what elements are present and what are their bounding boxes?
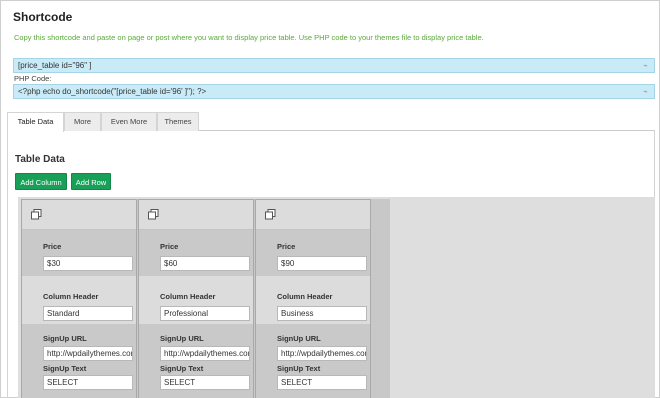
php-code-value: <?php echo do_shortcode("[price_table id… — [18, 87, 207, 96]
tab-themes[interactable]: Themes — [157, 112, 199, 131]
price-table-editor: Price $30 Column Header Standard SignUp … — [21, 199, 390, 398]
tab-table-data[interactable]: Table Data — [7, 112, 64, 132]
signup-cell: SignUp URL http://wpdailythemes.com Sign… — [139, 324, 253, 398]
price-label: Price — [277, 242, 296, 251]
shortcode-field[interactable]: [price_table id="96" ] ⌁ — [13, 58, 655, 73]
signup-url-input[interactable]: http://wpdailythemes.com — [277, 346, 367, 361]
signup-cell: SignUp URL http://wpdailythemes.com Sign… — [256, 324, 370, 398]
column-header-cell: Column Header Professional — [139, 276, 253, 324]
price-cell: Price $30 — [22, 230, 136, 276]
shortcode-settings-panel: Shortcode Copy this shortcode and paste … — [0, 0, 660, 398]
resize-grip-icon[interactable]: ⌁ — [643, 87, 648, 97]
resize-grip-icon[interactable]: ⌁ — [643, 61, 648, 71]
page-title: Shortcode — [13, 10, 73, 24]
price-column: Price $60 Column Header Professional Sig… — [138, 199, 254, 398]
signup-text-input[interactable]: SELECT — [277, 375, 367, 390]
column-header-label: Column Header — [43, 292, 99, 301]
signup-url-input[interactable]: http://wpdailythemes.com — [43, 346, 133, 361]
column-header-input[interactable]: Business — [277, 306, 367, 321]
signup-text-label: SignUp Text — [277, 364, 321, 373]
column-head-cell — [256, 200, 370, 230]
signup-url-label: SignUp URL — [43, 334, 87, 343]
tab-more[interactable]: More — [64, 112, 101, 131]
price-cell: Price $60 — [139, 230, 253, 276]
add-column-button[interactable]: Add Column — [15, 173, 67, 190]
signup-url-label: SignUp URL — [160, 334, 204, 343]
signup-url-input[interactable]: http://wpdailythemes.com — [160, 346, 250, 361]
column-header-input[interactable]: Standard — [43, 306, 133, 321]
signup-text-input[interactable]: SELECT — [160, 375, 250, 390]
php-code-label: PHP Code: — [14, 74, 52, 83]
price-label: Price — [160, 242, 179, 251]
copy-icon[interactable] — [148, 209, 159, 220]
column-header-cell: Column Header Standard — [22, 276, 136, 324]
tab-bar: Table Data More Even More Themes — [7, 112, 655, 132]
copy-icon[interactable] — [31, 209, 42, 220]
price-column: Price $90 Column Header Business SignUp … — [255, 199, 371, 398]
column-head-cell — [22, 200, 136, 230]
price-input[interactable]: $30 — [43, 256, 133, 271]
php-code-field[interactable]: <?php echo do_shortcode("[price_table id… — [13, 84, 655, 99]
column-header-input[interactable]: Professional — [160, 306, 250, 321]
price-column: Price $30 Column Header Standard SignUp … — [21, 199, 137, 398]
column-header-label: Column Header — [277, 292, 333, 301]
price-input[interactable]: $90 — [277, 256, 367, 271]
column-header-cell: Column Header Business — [256, 276, 370, 324]
price-cell: Price $90 — [256, 230, 370, 276]
shortcode-value: [price_table id="96" ] — [18, 61, 92, 70]
section-title: Table Data — [15, 154, 65, 165]
column-head-cell — [139, 200, 253, 230]
signup-text-label: SignUp Text — [43, 364, 87, 373]
signup-text-input[interactable]: SELECT — [43, 375, 133, 390]
column-header-label: Column Header — [160, 292, 216, 301]
copy-icon[interactable] — [265, 209, 276, 220]
signup-cell: SignUp URL http://wpdailythemes.com Sign… — [22, 324, 136, 398]
shortcode-description: Copy this shortcode and paste on page or… — [14, 33, 484, 42]
signup-text-label: SignUp Text — [160, 364, 204, 373]
signup-url-label: SignUp URL — [277, 334, 321, 343]
price-label: Price — [43, 242, 62, 251]
tab-even-more[interactable]: Even More — [101, 112, 157, 131]
price-input[interactable]: $60 — [160, 256, 250, 271]
add-row-button[interactable]: Add Row — [71, 173, 111, 190]
